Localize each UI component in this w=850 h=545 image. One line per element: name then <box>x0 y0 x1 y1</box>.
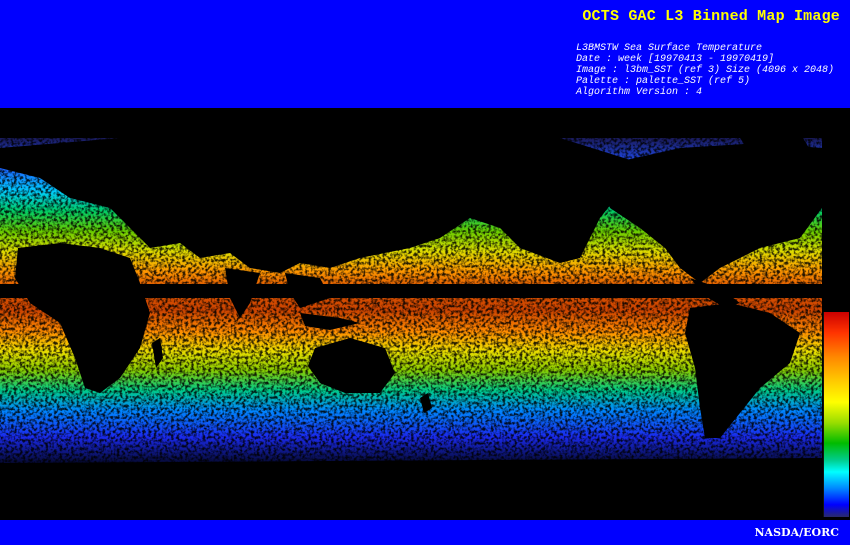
algorithm-line: Algorithm Version : 4 <box>576 87 703 98</box>
sst-colorbar <box>823 312 849 517</box>
palette-line: Palette : palette_SST (ref 5) <box>576 76 751 87</box>
sst-map <box>0 108 850 520</box>
footer-banner: NASDA/EORC <box>0 520 850 545</box>
product-line: L3BMSTW Sea Surface Temperature <box>576 43 763 54</box>
image-line: Image : l3bm_SST (ref 3) Size (4096 x 20… <box>576 65 835 76</box>
credit-label: NASDA/EORC <box>754 526 840 539</box>
header-banner: OCTS GAC L3 Binned Map Image L3BMSTW Sea… <box>0 0 850 108</box>
metadata-block: L3BMSTW Sea Surface Temperature Date : w… <box>576 43 834 98</box>
map-title: OCTS GAC L3 Binned Map Image <box>582 8 840 25</box>
sst-map-image <box>0 108 850 520</box>
date-line: Date : week [19970413 - 19970419] <box>576 54 775 65</box>
